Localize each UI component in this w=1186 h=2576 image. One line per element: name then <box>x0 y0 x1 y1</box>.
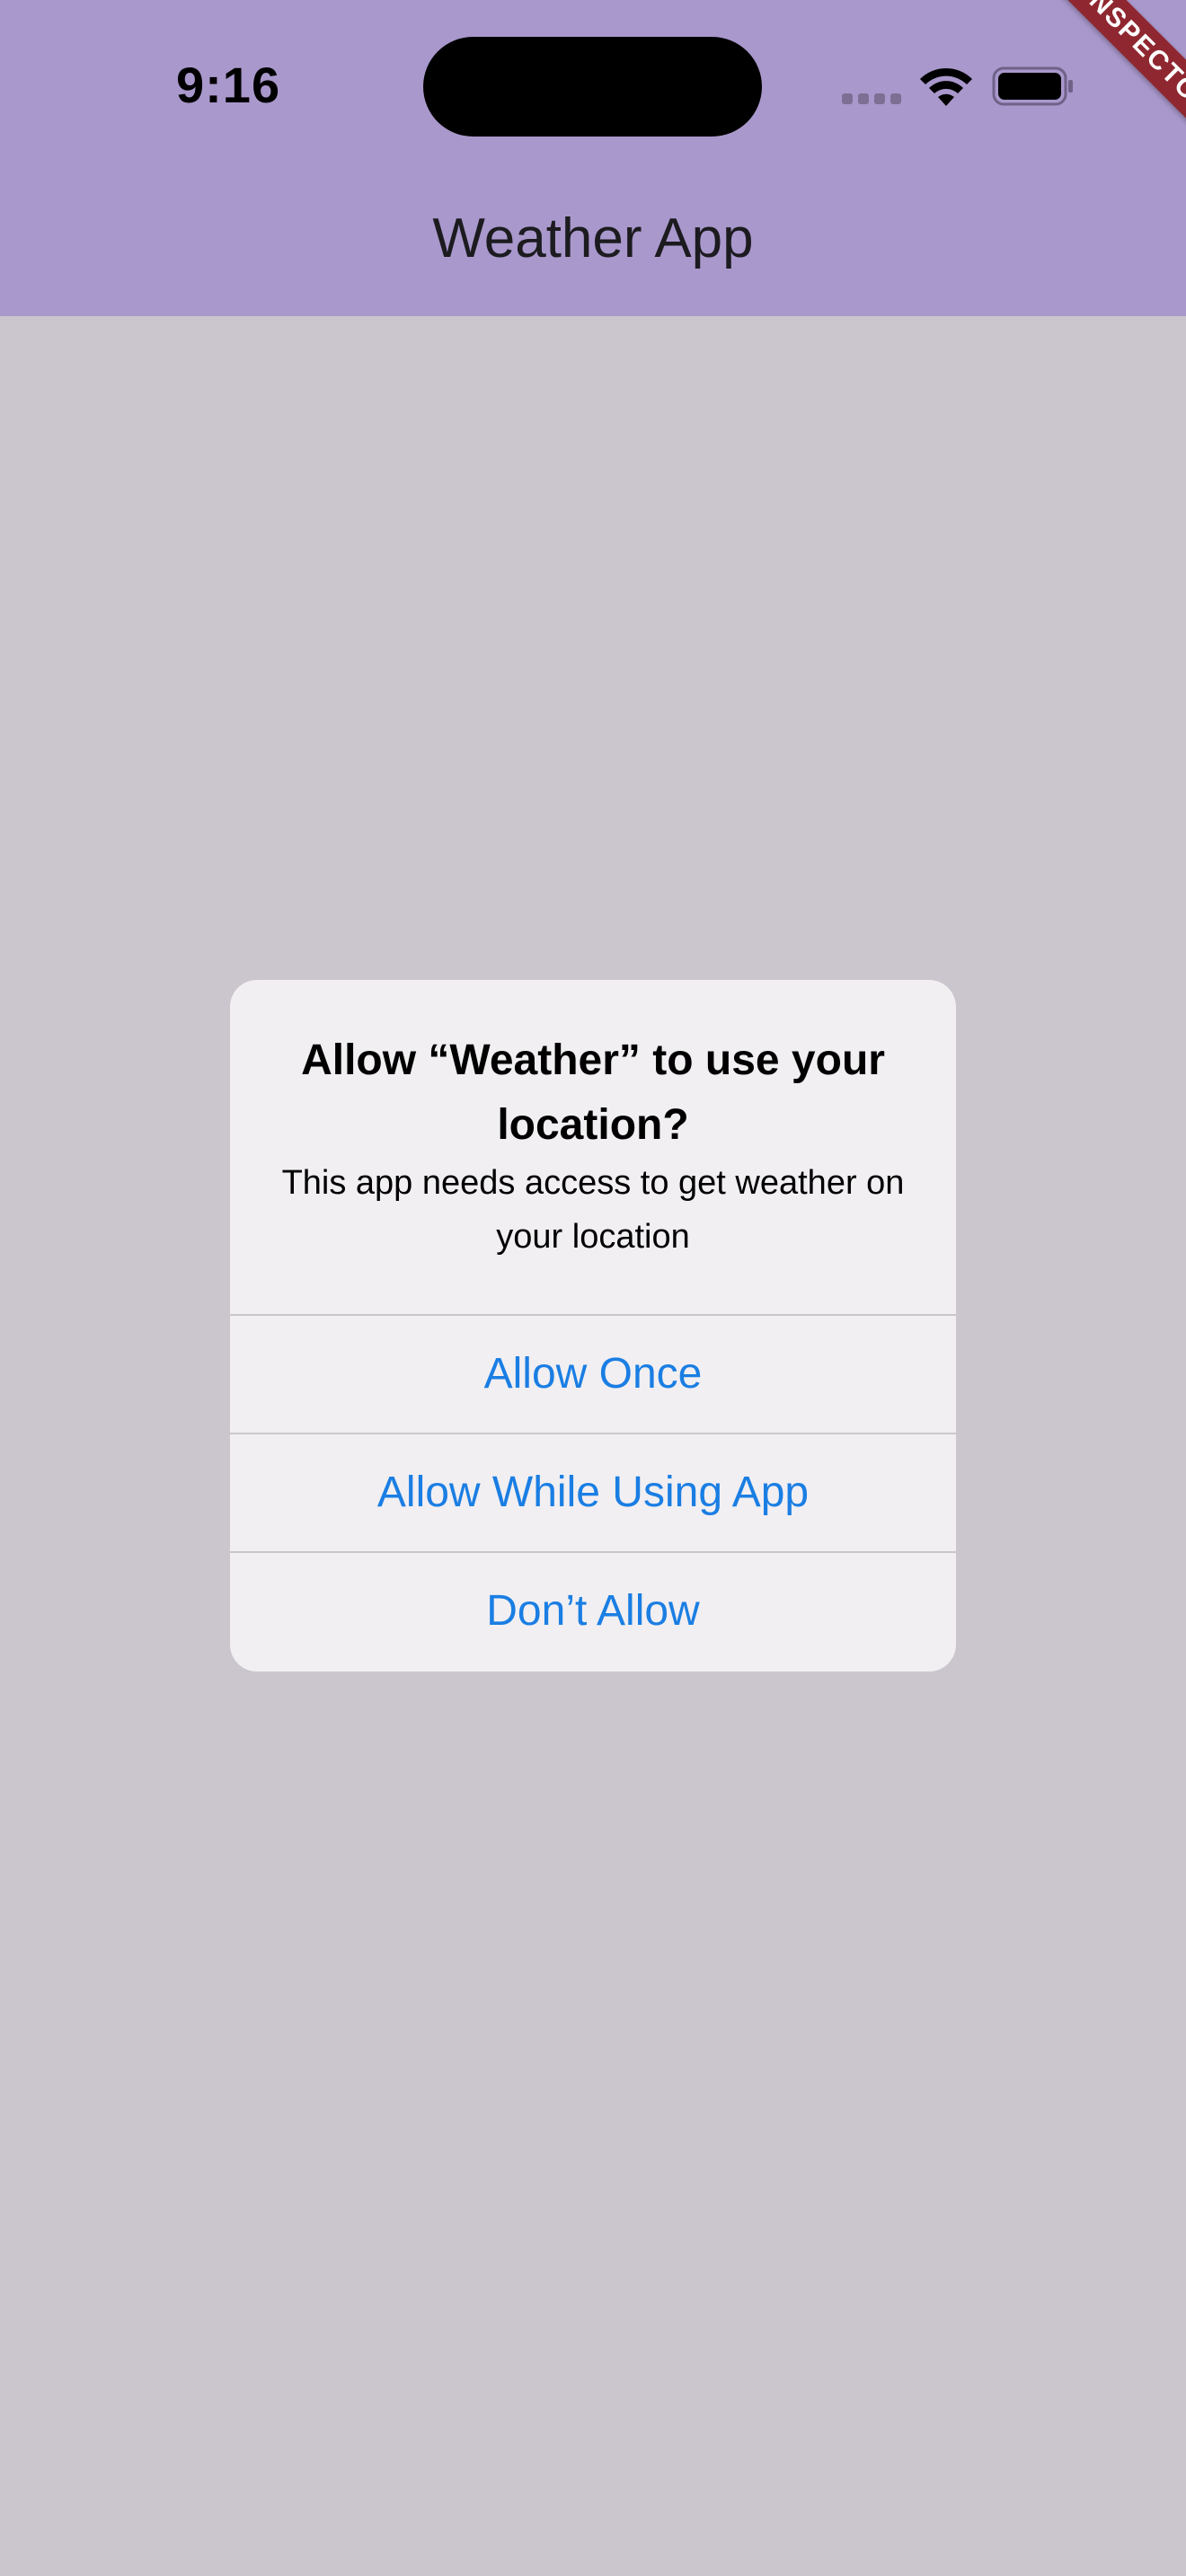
inspector-banner-label: INSPECTOR <box>1050 0 1186 149</box>
status-time: 9:16 <box>176 57 281 113</box>
allow-once-button[interactable]: Allow Once <box>230 1314 956 1433</box>
page-title: Weather App <box>432 207 754 269</box>
location-permission-dialog: Allow “Weather” to use your location? Th… <box>230 980 956 1672</box>
allow-while-using-app-button[interactable]: Allow While Using App <box>230 1433 956 1551</box>
wifi-icon <box>920 67 972 106</box>
signal-dots-icon <box>842 93 901 104</box>
dont-allow-button[interactable]: Don’t Allow <box>230 1551 956 1670</box>
dialog-message: This app needs access to get weather on … <box>281 1164 905 1256</box>
dynamic-island <box>423 37 762 137</box>
dialog-title: Allow “Weather” to use your location? <box>301 1037 885 1149</box>
dialog-header: Allow “Weather” to use your location? Th… <box>230 980 956 1314</box>
inspector-banner: INSPECTOR <box>1024 0 1186 162</box>
app-bar: 9:16 INSPECTOR Weather App <box>0 0 1186 316</box>
